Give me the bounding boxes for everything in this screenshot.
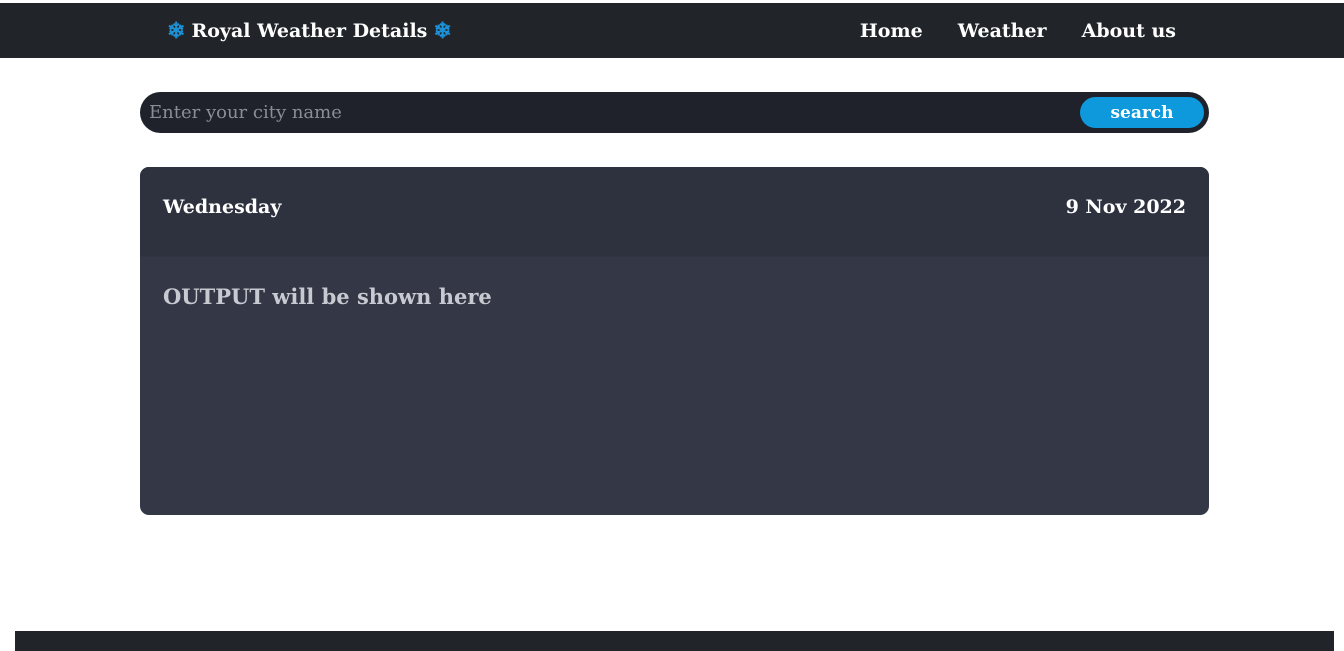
main-nav: Home Weather About us	[860, 3, 1176, 58]
weather-card-header: Wednesday 9 Nov 2022	[140, 167, 1209, 257]
search-button[interactable]: search	[1080, 97, 1204, 128]
nav-link-weather[interactable]: Weather	[958, 20, 1047, 42]
brand[interactable]: ❄ Royal Weather Details ❄	[167, 3, 452, 58]
nav-link-home[interactable]: Home	[860, 20, 923, 42]
nav-link-about-us[interactable]: About us	[1082, 20, 1176, 42]
day-label: Wednesday	[163, 196, 282, 218]
weather-card: Wednesday 9 Nov 2022 OUTPUT will be show…	[140, 167, 1209, 515]
search-bar: search	[140, 92, 1209, 133]
top-navbar: ❄ Royal Weather Details ❄ Home Weather A…	[0, 3, 1344, 58]
city-search-input[interactable]	[149, 92, 1059, 133]
date-label: 9 Nov 2022	[1065, 196, 1186, 218]
snowflake-icon: ❄	[167, 17, 186, 44]
snowflake-icon: ❄	[433, 17, 452, 44]
footer	[15, 631, 1334, 651]
weather-output-text: OUTPUT will be shown here	[163, 284, 492, 309]
brand-title: Royal Weather Details	[191, 19, 428, 42]
